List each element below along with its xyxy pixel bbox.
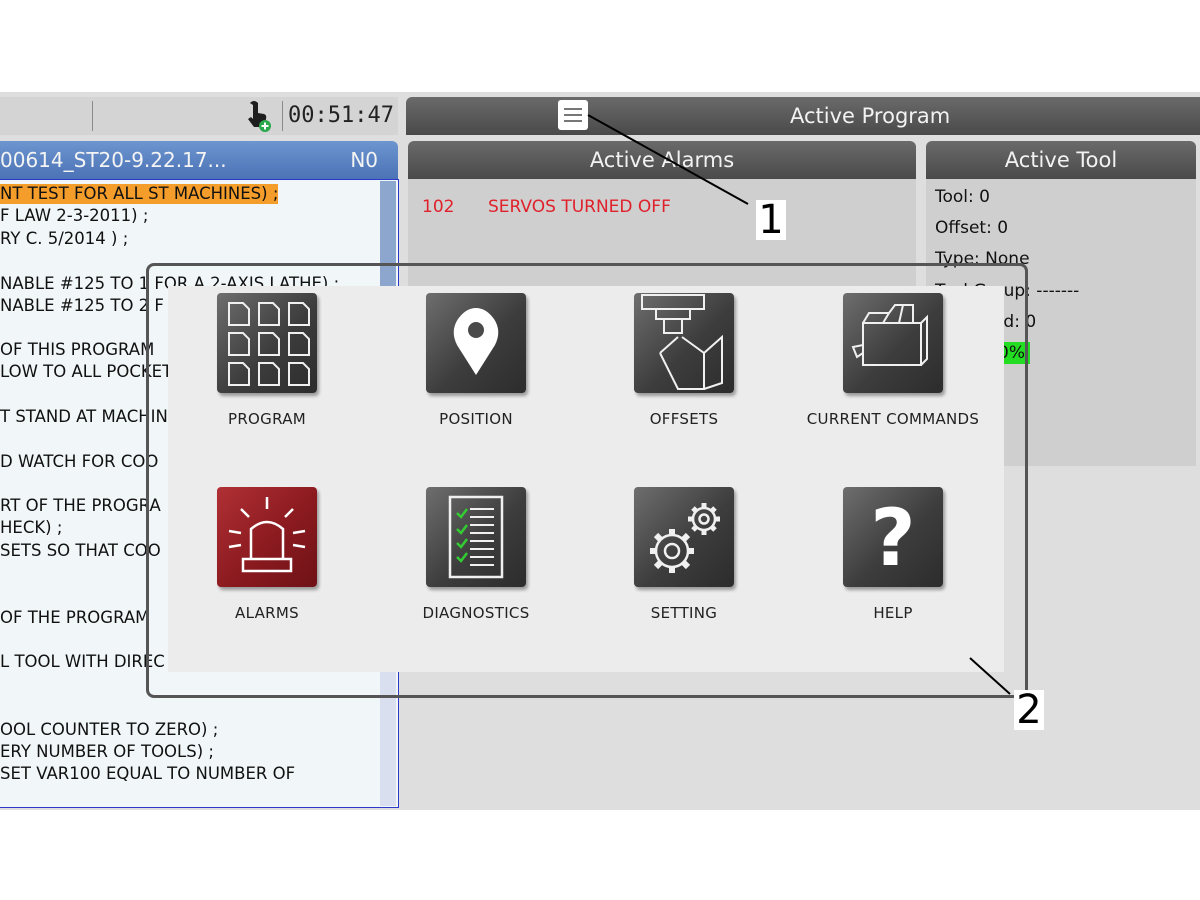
callout-2: 2 (1014, 690, 1044, 730)
callout-1: 1 (756, 200, 786, 240)
machine-control-screenshot: 00:51:47 Active Program 00614_ST20-9.22.… (0, 0, 1200, 900)
callout-leader-lines (587, 114, 1011, 695)
